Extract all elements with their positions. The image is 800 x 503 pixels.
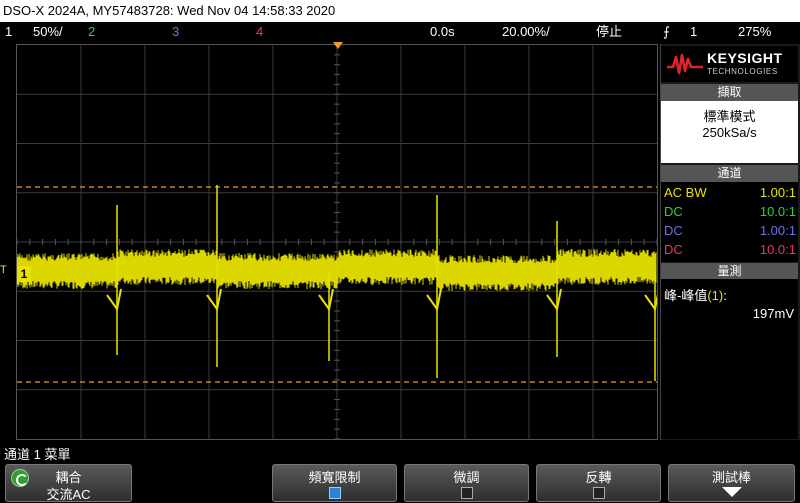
sample-rate: 250kSa/s [702, 125, 757, 140]
ch1-scale[interactable]: 50%/ [33, 22, 63, 42]
trigger-marker-icon[interactable] [333, 42, 343, 49]
measure-section: 峰-峰值(1): 197mV [661, 279, 798, 439]
title-bar: DSO-X 2024A, MY57483728: Wed Nov 04 14:5… [0, 0, 800, 22]
trigger-level[interactable]: 275% [738, 22, 771, 42]
probe-label: 測試棒 [711, 470, 751, 485]
ch4-coupling: DC [664, 242, 683, 257]
acquire-header[interactable]: 擷取 [661, 84, 798, 101]
brand-subtitle: TECHNOLOGIES [707, 67, 778, 76]
measure-colon: : [723, 288, 727, 303]
bw-limit-checkbox[interactable] [328, 487, 341, 499]
trace-edge [426, 288, 442, 312]
time-scale[interactable]: 20.00%/ [502, 22, 550, 42]
bw-limit-softkey[interactable]: 頻寬限制 [272, 464, 397, 502]
trace-edge [546, 288, 562, 312]
measure-label: 峰-峰值(1): [664, 285, 727, 304]
invert-label: 反轉 [585, 470, 612, 485]
acquire-mode: 標準模式 [703, 109, 756, 124]
trigger-t-label: T [0, 264, 7, 276]
ch3-coupling: DC [664, 223, 683, 238]
fine-label: 微調 [453, 470, 480, 485]
ground-icon: T [0, 264, 7, 276]
ch2-coupling: DC [664, 204, 683, 219]
channel-row-3[interactable]: DC 1.00:1 [664, 221, 796, 240]
probe-softkey[interactable]: 測試棒 [668, 464, 795, 502]
channel-row-4[interactable]: DC 10.0:1 [664, 240, 796, 259]
down-arrow-icon [721, 487, 742, 497]
invert-softkey[interactable]: 反轉 [536, 464, 661, 502]
oscilloscope-screen: DSO-X 2024A, MY57483728: Wed Nov 04 14:5… [0, 0, 800, 503]
ch4-number[interactable]: 4 [256, 22, 263, 42]
keysight-logo: KEYSIGHT TECHNOLOGIES [661, 46, 798, 82]
fine-checkbox[interactable] [460, 487, 473, 499]
trace-edge [318, 288, 334, 312]
coupling-softkey[interactable]: 耦合 交流AC [5, 464, 132, 502]
status-bar: 1 50%/ 2 3 4 0.0s 20.00%/ 停止 ⨍ 1 275% [0, 22, 800, 42]
trigger-source[interactable]: 1 [690, 22, 697, 42]
channels-section: AC BW 1.00:1 DC 10.0:1 DC 1.00:1 DC 10.0… [661, 182, 798, 262]
ch1-probe-ratio: 1.00:1 [759, 185, 796, 200]
measure-value: 197mV [752, 306, 794, 321]
trigger-edge-icon: ⨍ [663, 24, 670, 39]
measure-source: (1) [707, 288, 724, 303]
channel-row-2[interactable]: DC 10.0:1 [664, 202, 796, 221]
ch1-coupling: AC BW [664, 185, 707, 200]
bw-limit-label: 頻寬限制 [308, 470, 361, 485]
fine-softkey[interactable]: 微調 [404, 464, 529, 502]
time-offset[interactable]: 0.0s [430, 22, 455, 42]
measure-header[interactable]: 量測 [661, 263, 798, 280]
brand-name: KEYSIGHT [707, 50, 783, 66]
ch2-probe-ratio: 10.0:1 [759, 204, 796, 219]
channels-header[interactable]: 通道 [661, 165, 798, 182]
ch3-number[interactable]: 3 [172, 22, 179, 42]
ch4-probe-ratio: 10.0:1 [759, 242, 796, 257]
ch2-number[interactable]: 2 [88, 22, 95, 42]
trace-edge [106, 288, 122, 312]
acquire-section: 標準模式 250kSa/s [661, 101, 798, 163]
ch3-probe-ratio: 1.00:1 [759, 223, 796, 238]
menu-title: 通道 1 菜單 [4, 447, 71, 462]
ch1-number[interactable]: 1 [5, 22, 12, 42]
coupling-value: 交流AC [46, 487, 91, 502]
run-state[interactable]: 停止 [596, 22, 622, 42]
waveform-display[interactable] [16, 44, 658, 440]
keysight-wave-icon [667, 53, 703, 75]
ch1-ground-marker[interactable]: 1 [17, 266, 31, 282]
waveform-grid [17, 45, 657, 439]
invert-checkbox[interactable] [592, 487, 605, 499]
channel-row-1[interactable]: AC BW 1.00:1 [664, 183, 796, 202]
measure-name: 峰-峰值 [664, 288, 708, 303]
window-title: DSO-X 2024A, MY57483728: Wed Nov 04 14:5… [3, 3, 336, 18]
